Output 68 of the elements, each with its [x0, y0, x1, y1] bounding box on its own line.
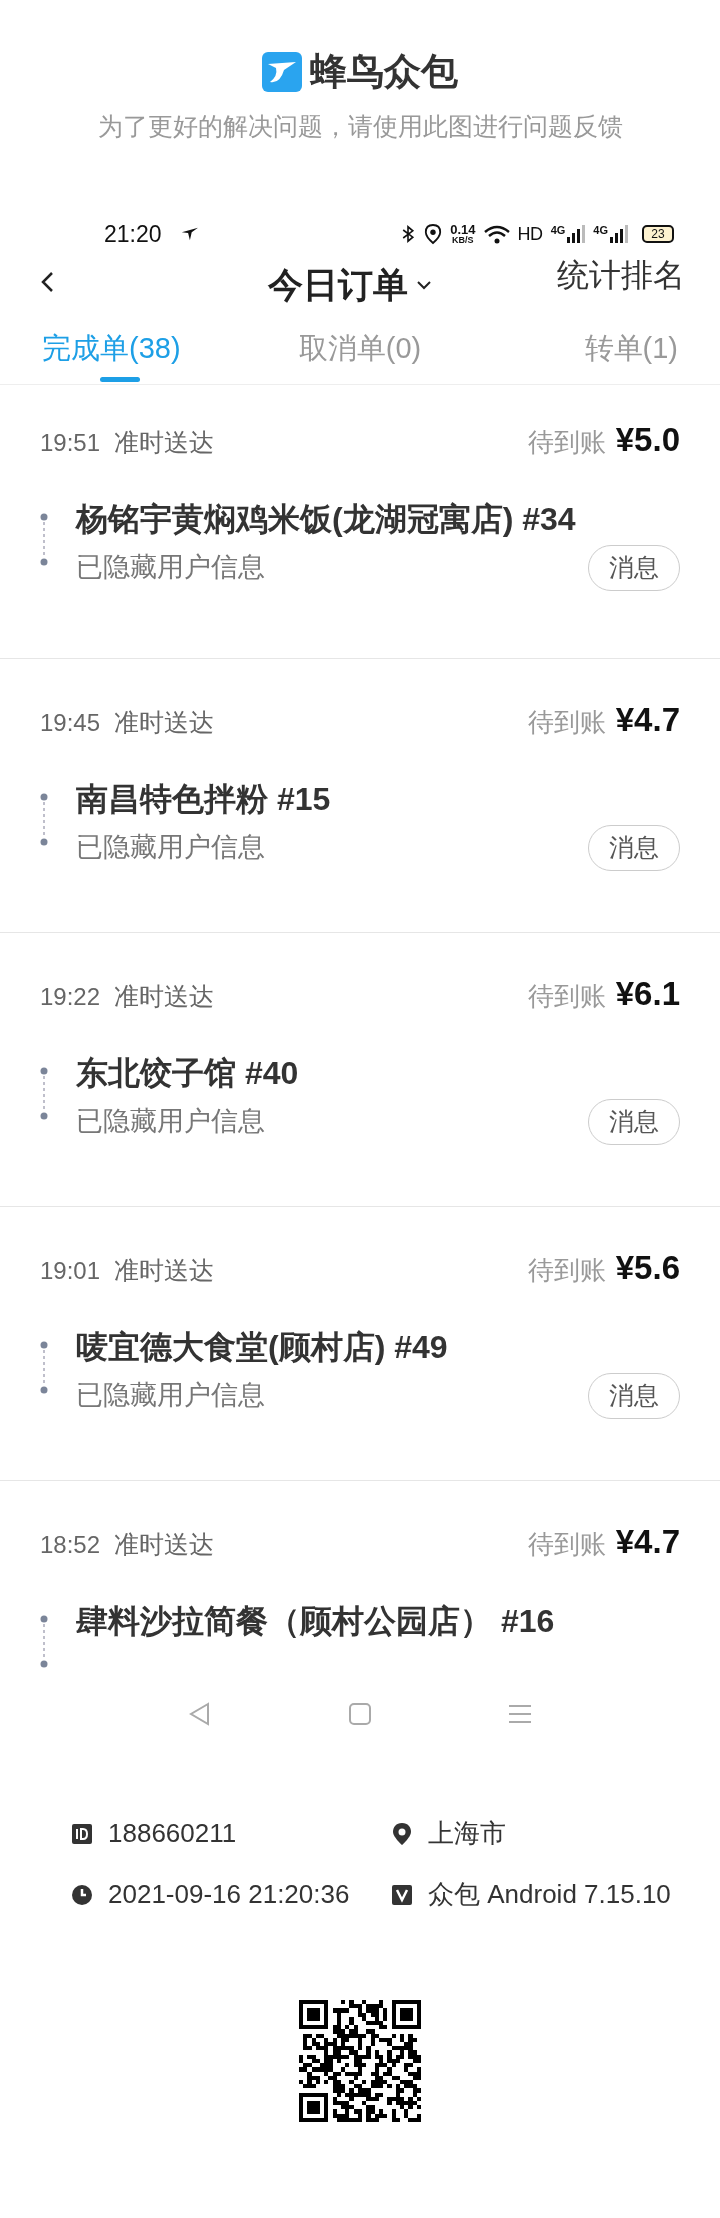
- route-dots-icon: [40, 792, 48, 846]
- message-button[interactable]: 消息: [588, 544, 680, 591]
- app-title: 蜂鸟众包: [310, 50, 458, 94]
- customer-info: 已隐藏用户信息: [76, 550, 266, 584]
- menu-icon: [508, 1702, 532, 1726]
- feedback-hint: 为了更好的解决问题，请使用此图进行问题反馈: [97, 110, 623, 142]
- signal-icon: [610, 225, 628, 243]
- hd-label: HD: [517, 222, 543, 246]
- store-name: 唛宜德大食堂(顾村店) #49: [76, 1327, 448, 1367]
- store-name: 东北饺子馆 #40: [76, 1053, 299, 1093]
- network-speed: 0.14: [450, 223, 476, 236]
- signal-icon: [567, 225, 586, 243]
- message-button[interactable]: 消息: [588, 824, 680, 871]
- wifi-icon: [483, 224, 510, 244]
- order-time: 19:22: [40, 982, 101, 1012]
- customer-info: 已隐藏用户信息: [76, 830, 266, 864]
- location-icon: [392, 1822, 412, 1845]
- status-time: 21:20: [104, 219, 162, 249]
- ranking-link[interactable]: 统计排名: [557, 251, 685, 299]
- earning-amount: ¥4.7: [615, 1522, 680, 1562]
- store-name: 肆料沙拉简餐（顾村公园店） #16: [76, 1601, 555, 1641]
- chevron-down-icon: [416, 279, 432, 292]
- order-time: 18:52: [40, 1530, 101, 1560]
- battery-icon: 23: [642, 225, 674, 243]
- timestamp: 2021-09-16 21:20:36: [108, 1878, 350, 1911]
- earning-amount: ¥4.7: [615, 700, 680, 740]
- id-icon: [72, 1823, 92, 1844]
- route-dots-icon: [40, 1340, 48, 1394]
- earning-amount: ¥6.1: [615, 974, 680, 1014]
- earning-amount: ¥5.6: [615, 1248, 680, 1288]
- delivery-status: 准时送达: [114, 981, 215, 1012]
- delivery-status: 准时送达: [114, 427, 215, 458]
- message-button[interactable]: 消息: [588, 1098, 680, 1145]
- page-title[interactable]: 今日订单: [268, 259, 408, 312]
- app-version: 众包 Android 7.15.10: [428, 1878, 671, 1911]
- network-type: 4G: [593, 225, 608, 236]
- order-time: 19:45: [40, 708, 101, 738]
- delivery-status: 准时送达: [114, 1529, 215, 1560]
- message-button[interactable]: 消息: [588, 1372, 680, 1419]
- city: 上海市: [428, 1817, 506, 1850]
- customer-info: 已隐藏用户信息: [76, 1378, 266, 1412]
- rider-id: 188660211: [108, 1817, 237, 1850]
- route-dots-icon: [40, 512, 48, 566]
- earning-label: 待到账: [527, 980, 606, 1013]
- network-type: 4G: [550, 225, 566, 236]
- earning-label: 待到账: [527, 706, 606, 739]
- network-unit: KB/S: [452, 236, 474, 245]
- store-name: 南昌特色拌粉 #15: [76, 779, 331, 819]
- route-dots-icon: [40, 1066, 48, 1120]
- earning-label: 待到账: [527, 1528, 606, 1561]
- earning-label: 待到账: [527, 1254, 606, 1287]
- earning-label: 待到账: [527, 426, 606, 459]
- store-name: 杨铭宇黄焖鸡米饭(龙湖冠寓店) #34: [76, 499, 576, 539]
- location-icon: [424, 223, 443, 245]
- bluetooth-icon: [400, 223, 417, 245]
- back-icon: [40, 271, 56, 293]
- delivery-status: 准时送达: [114, 1255, 215, 1286]
- delivery-status: 准时送达: [114, 707, 215, 738]
- order-time: 19:01: [40, 1256, 101, 1286]
- customer-info: 已隐藏用户信息: [76, 1104, 266, 1138]
- earning-amount: ¥5.0: [615, 420, 680, 460]
- version-icon: [392, 1884, 412, 1905]
- bird-logo-icon: [262, 51, 302, 92]
- route-dots-icon: [40, 1614, 48, 1668]
- order-time: 19:51: [40, 428, 101, 458]
- back-icon: [188, 1702, 212, 1726]
- home-icon: [348, 1702, 372, 1726]
- clock-icon: [72, 1884, 92, 1905]
